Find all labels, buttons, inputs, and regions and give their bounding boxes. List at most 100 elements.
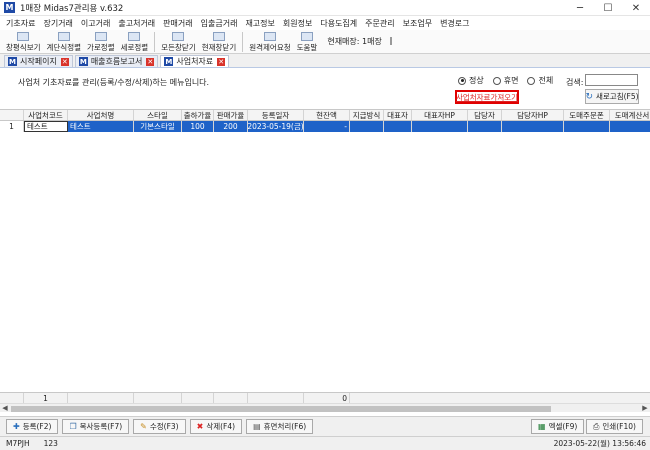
delete-button[interactable]: ✖ 삭제(F4): [189, 419, 243, 434]
status-filter: 정상 휴면 전체: [458, 75, 562, 86]
cell-payment[interactable]: [350, 121, 384, 132]
close-current-window-button[interactable]: 현재창닫기: [202, 31, 236, 53]
horizontal-tile-button[interactable]: 가로정렬: [87, 31, 115, 53]
maximize-button[interactable]: ☐: [594, 0, 622, 16]
cell-manager[interactable]: [468, 121, 502, 132]
app-logo-icon: M: [164, 57, 174, 66]
col-header-rownum: [0, 110, 24, 120]
col-header-rep-hp[interactable]: 대표자HP: [412, 110, 468, 120]
col-header-order-phone[interactable]: 도매주문폰: [564, 110, 610, 120]
close-window-icon: [212, 32, 225, 41]
scroll-left-icon[interactable]: ◀: [0, 404, 10, 412]
close-tab-icon[interactable]: ✕: [60, 57, 69, 66]
col-header-payment[interactable]: 지급방식: [350, 110, 384, 120]
menu-item-aggregation[interactable]: 다용도집계: [320, 18, 357, 29]
status-datetime: 2023-05-22(월) 13:56:46: [553, 439, 646, 448]
scroll-right-icon[interactable]: ▶: [640, 404, 650, 412]
dormant-process-button[interactable]: ▤ 휴면처리(F6): [246, 419, 314, 434]
refresh-button[interactable]: ↻ 새로고침(F5): [585, 89, 639, 104]
tab-business-data[interactable]: M 사업처자료 ✕: [160, 55, 230, 67]
cell-manager-hp[interactable]: [502, 121, 564, 132]
col-header-reg-date[interactable]: 등록일자: [248, 110, 304, 120]
col-header-rep[interactable]: 대표자: [384, 110, 412, 120]
tab-start-page[interactable]: M 시작페이지 ✕: [4, 55, 73, 67]
copy-register-button[interactable]: ❐ 복사등록(F7): [62, 419, 130, 434]
remote-support-button[interactable]: 원격제어요청: [249, 31, 291, 53]
menu-item-basic-data[interactable]: 기초자료: [6, 18, 35, 29]
cell-balance[interactable]: -: [304, 121, 350, 132]
menu-item-change-log[interactable]: 변경로그: [440, 18, 469, 29]
vertical-tile-button[interactable]: 세로정렬: [121, 31, 148, 53]
horizontal-scrollbar[interactable]: ◀ ▶: [0, 403, 650, 412]
menu-item-payments[interactable]: 입출금거래: [201, 18, 238, 29]
excel-export-button[interactable]: ▦ 엑셀(F9): [531, 419, 585, 434]
cell-rep-hp[interactable]: [412, 121, 468, 132]
cascade-button[interactable]: 계단식정렬: [47, 31, 81, 53]
menu-item-inventory[interactable]: 재고정보: [245, 18, 274, 29]
summary-spacer: [182, 392, 214, 404]
radio-all[interactable]: 전체: [527, 75, 553, 86]
col-header-name[interactable]: 사업처명: [68, 110, 134, 120]
radio-label: 전체: [538, 76, 554, 85]
cell-order-phone[interactable]: [564, 121, 610, 132]
close-all-windows-button[interactable]: 모든창닫기: [161, 31, 196, 53]
tab-label: 매출흐름보고서: [90, 57, 143, 66]
scroll-thumb[interactable]: [11, 406, 551, 412]
menu-item-transfer[interactable]: 이고거래: [81, 18, 110, 29]
status-code: 123: [43, 439, 58, 448]
table-row[interactable]: 1 테스트 테스트 기본스타일 100 200 2023-05-19(금) -: [0, 121, 650, 132]
col-header-ship-rate[interactable]: 출하가율: [182, 110, 214, 120]
document-tab-bar: M 시작페이지 ✕ M 매출흐름보고서 ✕ M 사업처자료 ✕: [0, 55, 650, 68]
menu-item-long-term[interactable]: 장기거래: [43, 18, 72, 29]
minimize-button[interactable]: ─: [566, 0, 594, 16]
edit-button[interactable]: ✎ 수정(F3): [133, 419, 186, 434]
vertical-tile-icon: [128, 32, 141, 41]
action-bar: ✚ 등록(F2) ❐ 복사등록(F7) ✎ 수정(F3) ✖ 삭제(F4) ▤ 휴면처리(…: [0, 416, 650, 436]
tile-view-button[interactable]: 창평식보기: [6, 31, 41, 53]
summary-spacer: [214, 392, 248, 404]
close-tab-icon[interactable]: ✕: [146, 57, 155, 66]
remote-icon: [263, 32, 276, 41]
col-header-manager-hp[interactable]: 담당자HP: [502, 110, 564, 120]
search-input[interactable]: [585, 74, 638, 86]
import-business-data-button[interactable]: 사업처자료가져오기: [455, 90, 519, 104]
cell-code[interactable]: 테스트: [24, 121, 68, 132]
menu-item-assist[interactable]: 보조업무: [403, 18, 432, 29]
close-button[interactable]: ✕: [622, 0, 650, 16]
button-label: 삭제(F4): [206, 422, 236, 431]
summary-spacer: [0, 392, 24, 404]
col-header-code[interactable]: 사업처코드: [24, 110, 68, 120]
col-header-invoice[interactable]: 도매계산서: [610, 110, 650, 120]
help-button[interactable]: 도움말: [297, 31, 317, 53]
close-tab-icon[interactable]: ✕: [217, 57, 226, 66]
summary-spacer: [248, 392, 304, 404]
app-logo-icon: M: [78, 57, 88, 66]
button-label: 휴면처리(F6): [263, 422, 307, 431]
current-store-label: 현재매장: 1매장: [327, 37, 382, 46]
cell-reg-date[interactable]: 2023-05-19(금): [248, 121, 304, 132]
cell-ship-rate[interactable]: 100: [182, 121, 214, 132]
print-button[interactable]: ⎙ 인쇄(F10): [586, 419, 643, 434]
col-header-sale-rate[interactable]: 판매가율: [214, 110, 248, 120]
menu-item-sales[interactable]: 판매거래: [163, 18, 192, 29]
menu-item-shipping[interactable]: 출고처거래: [118, 18, 155, 29]
cell-rep[interactable]: [384, 121, 412, 132]
col-header-manager[interactable]: 담당자: [468, 110, 502, 120]
window-title: 1매장 Midas7관리용 v.632: [20, 3, 124, 14]
radio-dormant[interactable]: 휴면: [492, 75, 518, 86]
app-logo-icon: M: [4, 2, 15, 13]
status-user: M7PJH: [6, 439, 30, 448]
cell-sale-rate[interactable]: 200: [214, 121, 248, 132]
business-grid: 사업처코드 사업처명 스타일 출하가율 판매가율 등록일자 현잔액 지급방식 대…: [0, 109, 650, 392]
tab-sales-flow-report[interactable]: M 매출흐름보고서 ✕: [74, 55, 159, 67]
radio-normal[interactable]: 정상: [458, 75, 484, 86]
cell-invoice[interactable]: [610, 121, 650, 132]
col-header-balance[interactable]: 현잔액: [304, 110, 350, 120]
menu-item-members[interactable]: 회원정보: [283, 18, 312, 29]
col-header-style[interactable]: 스타일: [134, 110, 182, 120]
register-button[interactable]: ✚ 등록(F2): [6, 419, 59, 434]
cell-name[interactable]: 테스트: [68, 121, 134, 132]
toolbar-grip[interactable]: [389, 37, 392, 45]
menu-item-orders[interactable]: 주문관리: [365, 18, 394, 29]
cell-style[interactable]: 기본스타일: [134, 121, 182, 132]
